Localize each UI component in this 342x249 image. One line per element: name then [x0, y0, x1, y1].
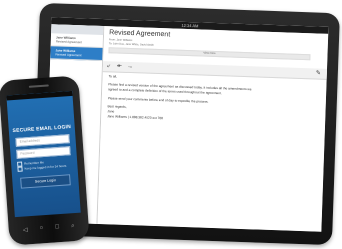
mail-subject: Revised Agreement: [55, 39, 83, 45]
password-input[interactable]: Password: [16, 146, 71, 159]
secure-login-button[interactable]: Secure Login: [20, 173, 71, 189]
phone-device: SECURE EMAIL LOGIN Email address Passwor…: [0, 75, 90, 246]
status-time: 12:34 AM: [181, 22, 199, 29]
email-body: To all, Please find a revised version of…: [107, 74, 322, 127]
phone-screen: SECURE EMAIL LOGIN Email address Passwor…: [6, 90, 81, 218]
reply-icon[interactable]: ⤶: [107, 62, 111, 70]
forward-icon[interactable]: →: [127, 63, 133, 71]
recent-apps-icon[interactable]: □: [55, 224, 59, 230]
compose-icon[interactable]: ✎: [316, 70, 321, 78]
email-view: Revised Agreement From: Jane Williams To…: [97, 26, 329, 232]
mail-list-item-selected[interactable]: Jane Williams Revised Agreement: [50, 46, 103, 62]
reply-all-icon[interactable]: ↞: [117, 63, 122, 71]
login-title: SECURE EMAIL LOGIN: [12, 124, 72, 135]
search-icon[interactable]: ⌕: [71, 223, 75, 230]
checkbox-icon: [17, 166, 23, 173]
mail-subject: Revised Agreement: [55, 52, 82, 58]
home-icon[interactable]: ○: [39, 225, 43, 231]
back-icon[interactable]: ◁: [23, 226, 28, 233]
email-address-input[interactable]: Email address: [15, 134, 70, 147]
tablet-screen: 12:34 AM Jane Williams Revised Agreement…: [44, 17, 329, 232]
